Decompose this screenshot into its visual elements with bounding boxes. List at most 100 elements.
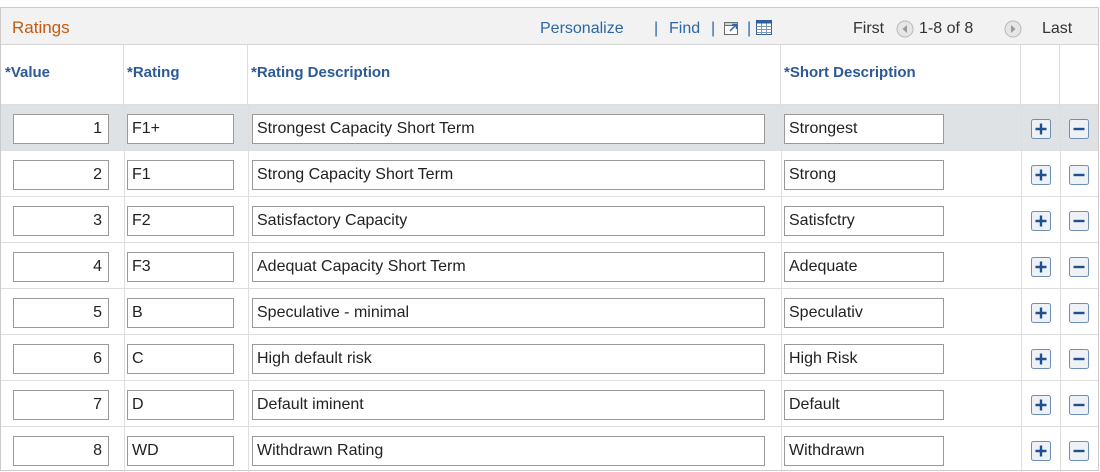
column-divider xyxy=(781,427,782,472)
column-divider xyxy=(124,427,125,472)
short-description-input[interactable]: Strong xyxy=(784,160,944,190)
rating-input[interactable]: F1+ xyxy=(127,114,234,144)
column-divider xyxy=(1060,289,1061,334)
table-row: 7 D Default iminent Default xyxy=(1,380,1098,426)
rating-description-input[interactable]: Strongest Capacity Short Term xyxy=(252,114,765,144)
column-divider xyxy=(1060,243,1061,288)
column-divider xyxy=(781,243,782,288)
arrow-left-icon[interactable] xyxy=(896,20,914,43)
value-input[interactable]: 1 xyxy=(13,114,109,144)
column-divider xyxy=(781,197,782,242)
minus-icon[interactable] xyxy=(1069,165,1089,185)
column-divider xyxy=(1060,335,1061,380)
plus-icon[interactable] xyxy=(1031,303,1051,323)
personalize-link[interactable]: Personalize xyxy=(540,20,624,38)
column-divider xyxy=(248,381,249,426)
column-divider xyxy=(124,335,125,380)
short-description-input[interactable]: Default xyxy=(784,390,944,420)
short-description-input[interactable]: High Risk xyxy=(784,344,944,374)
minus-icon[interactable] xyxy=(1069,211,1089,231)
grid-title: Ratings xyxy=(12,18,70,37)
column-header-rating-description[interactable]: *Rating Description xyxy=(248,45,781,104)
column-divider xyxy=(781,335,782,380)
spreadsheet-icon[interactable] xyxy=(755,19,773,41)
short-description-input[interactable]: Adequate xyxy=(784,252,944,282)
ratings-grid: Ratings Personalize | Find | | First 1-8… xyxy=(0,7,1099,472)
column-divider xyxy=(248,197,249,242)
plus-icon[interactable] xyxy=(1031,119,1051,139)
column-divider xyxy=(1021,243,1022,288)
column-divider xyxy=(248,427,249,472)
value-input[interactable]: 2 xyxy=(13,160,109,190)
minus-icon[interactable] xyxy=(1069,395,1089,415)
value-input[interactable]: 8 xyxy=(13,436,109,466)
column-divider xyxy=(781,151,782,196)
minus-icon[interactable] xyxy=(1069,119,1089,139)
column-header-delete xyxy=(1060,45,1098,104)
short-description-input[interactable]: Speculativ xyxy=(784,298,944,328)
plus-icon[interactable] xyxy=(1031,257,1051,277)
minus-icon[interactable] xyxy=(1069,441,1089,461)
column-divider xyxy=(124,105,125,150)
table-row: 4 F3 Adequat Capacity Short Term Adequate xyxy=(1,242,1098,288)
column-divider xyxy=(781,289,782,334)
column-divider xyxy=(1021,289,1022,334)
column-header-short-description[interactable]: *Short Description xyxy=(781,45,1021,104)
column-divider xyxy=(1021,151,1022,196)
rating-input[interactable]: F1 xyxy=(127,160,234,190)
minus-icon[interactable] xyxy=(1069,349,1089,369)
rating-description-input[interactable]: Default iminent xyxy=(252,390,765,420)
value-input[interactable]: 7 xyxy=(13,390,109,420)
column-divider xyxy=(124,289,125,334)
column-divider xyxy=(1060,381,1061,426)
column-divider xyxy=(1060,105,1061,150)
rating-description-input[interactable]: Adequat Capacity Short Term xyxy=(252,252,765,282)
last-label: Last xyxy=(1042,20,1073,37)
table-row: 1 F1+ Strongest Capacity Short Term Stronge… xyxy=(1,104,1098,150)
value-input[interactable]: 5 xyxy=(13,298,109,328)
column-divider xyxy=(781,105,782,150)
plus-icon[interactable] xyxy=(1031,211,1051,231)
column-divider xyxy=(1060,427,1061,472)
rating-input[interactable]: C xyxy=(127,344,234,374)
new-window-icon[interactable] xyxy=(723,19,741,41)
plus-icon[interactable] xyxy=(1031,165,1051,185)
column-divider xyxy=(124,381,125,426)
rating-input[interactable]: D xyxy=(127,390,234,420)
rating-input[interactable]: F2 xyxy=(127,206,234,236)
column-header-add xyxy=(1021,45,1060,104)
plus-icon[interactable] xyxy=(1031,395,1051,415)
plus-icon[interactable] xyxy=(1031,349,1051,369)
rating-description-input[interactable]: Strong Capacity Short Term xyxy=(252,160,765,190)
rating-description-input[interactable]: High default risk xyxy=(252,344,765,374)
value-input[interactable]: 4 xyxy=(13,252,109,282)
toolbar-separator: | xyxy=(747,20,752,37)
find-link[interactable]: Find xyxy=(669,20,700,38)
table-row: 3 F2 Satisfactory Capacity Satisfctry xyxy=(1,196,1098,242)
toolbar-separator: | xyxy=(711,20,716,37)
column-divider xyxy=(1021,381,1022,426)
column-divider xyxy=(124,151,125,196)
table-row: 6 C High default risk High Risk xyxy=(1,334,1098,380)
minus-icon[interactable] xyxy=(1069,303,1089,323)
column-divider xyxy=(248,151,249,196)
column-header-value[interactable]: *Value xyxy=(1,45,124,104)
value-input[interactable]: 3 xyxy=(13,206,109,236)
rating-description-input[interactable]: Speculative - minimal xyxy=(252,298,765,328)
short-description-input[interactable]: Satisfctry xyxy=(784,206,944,236)
short-description-input[interactable]: Strongest xyxy=(784,114,944,144)
column-header-rating[interactable]: *Rating xyxy=(124,45,248,104)
rating-input[interactable]: F3 xyxy=(127,252,234,282)
column-divider xyxy=(1021,427,1022,472)
value-input[interactable]: 6 xyxy=(13,344,109,374)
arrow-right-icon[interactable] xyxy=(1004,20,1022,43)
short-description-input[interactable]: Withdrawn xyxy=(784,436,944,466)
rating-description-input[interactable]: Withdrawn Rating xyxy=(252,436,765,466)
rating-input[interactable]: WD xyxy=(127,436,234,466)
rating-description-input[interactable]: Satisfactory Capacity xyxy=(252,206,765,236)
minus-icon[interactable] xyxy=(1069,257,1089,277)
column-divider xyxy=(1021,335,1022,380)
rating-input[interactable]: B xyxy=(127,298,234,328)
plus-icon[interactable] xyxy=(1031,441,1051,461)
column-divider xyxy=(248,243,249,288)
